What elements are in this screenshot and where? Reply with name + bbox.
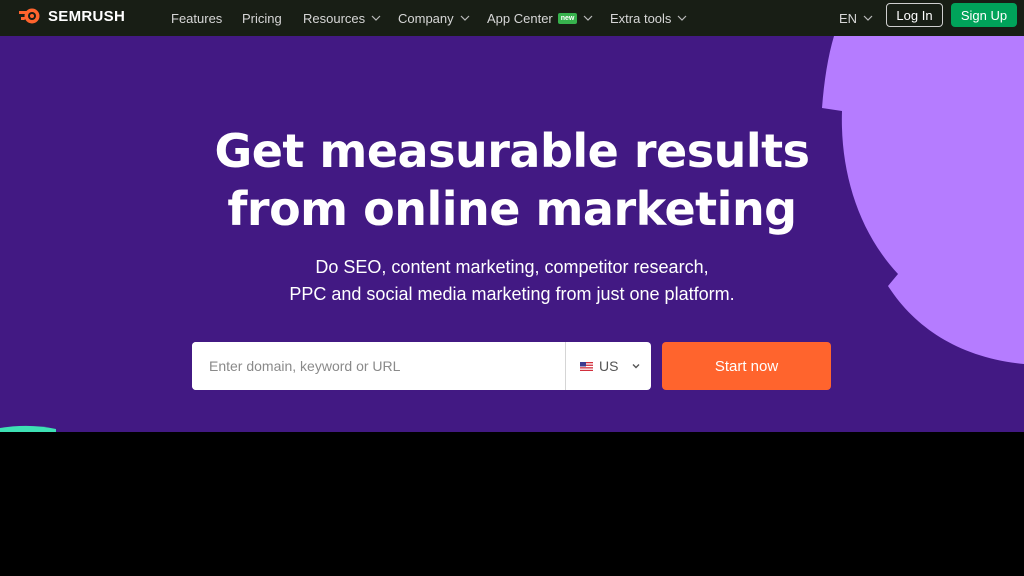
- search-box: US: [192, 342, 651, 390]
- chevron-down-icon: [632, 364, 640, 369]
- nav-item-company[interactable]: Company: [398, 0, 471, 36]
- nav-item-label: Pricing: [242, 10, 282, 26]
- country-label: US: [599, 358, 619, 374]
- chevron-down-icon: [863, 15, 873, 21]
- below-fold-area: [0, 432, 1024, 576]
- chevron-down-icon: [460, 15, 470, 21]
- nav-item-label: App Center: [487, 10, 553, 26]
- signup-button[interactable]: Sign Up: [951, 3, 1017, 27]
- chevron-down-icon: [677, 15, 687, 21]
- domain-search-input[interactable]: [192, 342, 565, 390]
- nav-item-resources[interactable]: Resources: [303, 0, 382, 36]
- country-selector[interactable]: US: [565, 342, 651, 390]
- nav-item-app-center[interactable]: App Center new: [487, 0, 594, 36]
- language-selector[interactable]: EN: [839, 0, 874, 36]
- nav-item-label: Resources: [303, 10, 366, 26]
- hero-title-line: from online marketing: [227, 182, 797, 236]
- semrush-fire-icon: [19, 8, 40, 24]
- nav-item-pricing[interactable]: Pricing: [242, 0, 282, 36]
- us-flag-icon: [580, 361, 593, 371]
- start-now-button[interactable]: Start now: [662, 342, 831, 390]
- nav-item-label: Extra tools: [610, 10, 672, 26]
- chevron-down-icon: [583, 15, 593, 21]
- hero-title: Get measurable results from online marke…: [0, 122, 1024, 238]
- language-label: EN: [839, 10, 858, 26]
- brand-name: SEMRUSH: [48, 7, 126, 25]
- nav-item-extra-tools[interactable]: Extra tools: [610, 0, 688, 36]
- nav-item-features[interactable]: Features: [171, 0, 222, 36]
- hero-subtitle-line: Do SEO, content marketing, competitor re…: [315, 257, 709, 277]
- new-badge: new: [557, 12, 578, 24]
- brand-logo[interactable]: SEMRUSH: [18, 7, 125, 25]
- hero-section: Get measurable results from online marke…: [0, 36, 1024, 432]
- hero-subtitle-line: PPC and social media marketing from just…: [289, 284, 735, 304]
- nav-item-label: Features: [171, 10, 223, 26]
- hero-title-line: Get measurable results: [214, 124, 810, 178]
- chevron-down-icon: [371, 15, 381, 21]
- login-button[interactable]: Log In: [886, 3, 943, 27]
- top-nav: SEMRUSH Features Pricing Resources Compa…: [0, 0, 1024, 36]
- hero-subtitle: Do SEO, content marketing, competitor re…: [0, 254, 1024, 308]
- nav-item-label: Company: [398, 10, 454, 26]
